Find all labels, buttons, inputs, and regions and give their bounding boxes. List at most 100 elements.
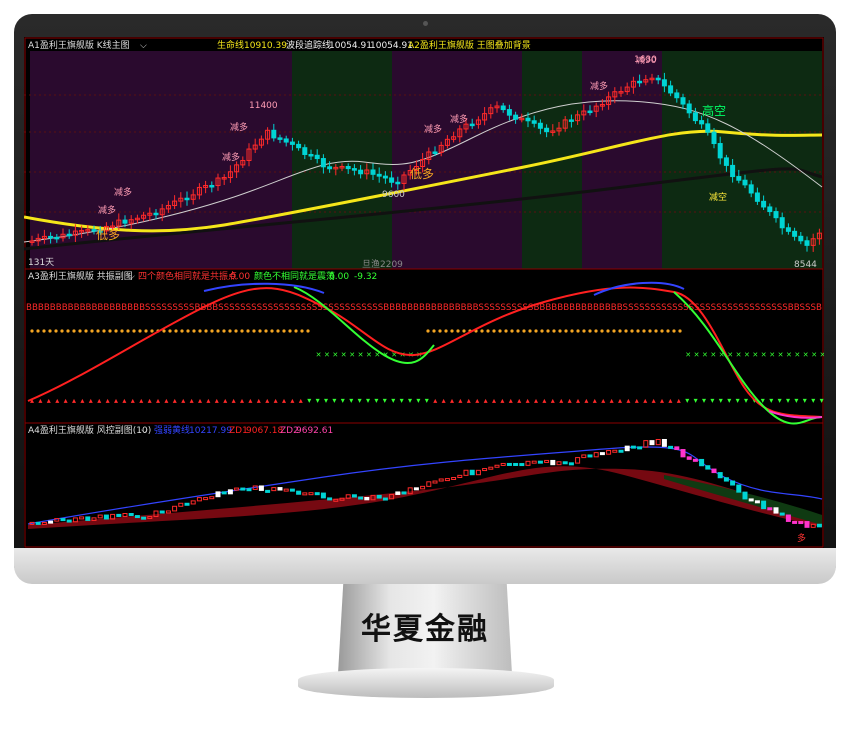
panel1-bg-green-3 [662,51,822,269]
panel3-title[interactable]: A4盈利王旗舰版 风控副图(10) [28,424,151,436]
red-marker: ▴ [576,396,580,405]
red-marker: ▴ [433,396,437,405]
candle-body [376,173,382,177]
red-marker: ▴ [660,396,664,405]
risk-candle [97,514,103,519]
stock-chart-svg[interactable]: A1盈利王旗舰版 K线主图 ⌵ 生命线 10910.39 波段追踪线 10054… [24,37,824,548]
green-x-marker: ✕ [761,351,767,359]
green-x-marker: ✕ [358,351,364,359]
risk-candle [668,445,674,449]
trading-screen[interactable]: A1盈利王旗舰版 K线主图 ⌵ 生命线 10910.39 波段追踪线 10054… [24,37,824,548]
risk-candle [556,461,562,466]
green-marker: ▾ [400,396,404,405]
signal-low-more-1: 低多 [96,228,120,242]
signal-reduce-6: 减多 [450,113,468,125]
candle-body [395,181,401,185]
red-marker: ▴ [584,396,588,405]
green-x-marker: ✕ [694,351,700,359]
red-marker: ▴ [274,396,278,405]
green-x-marker: ✕ [341,351,347,359]
panel1-bottom-text: 旦渔2209 [362,259,403,270]
risk-candle [494,464,500,468]
risk-candle [612,449,618,453]
risk-candle [630,445,636,449]
green-x-marker: ✕ [778,351,784,359]
risk-candle [376,494,382,499]
risk-candle [742,491,748,500]
orange-dot [552,329,556,333]
candle-body [674,92,680,99]
risk-candle [568,462,574,466]
risk-candle [785,514,791,522]
risk-candle [165,510,171,514]
red-marker: ▴ [290,396,294,405]
orange-dot [480,329,484,333]
green-marker: ▾ [778,396,782,405]
risk-candle [444,478,450,482]
risk-candle [761,500,767,510]
risk-candle [283,488,289,492]
green-marker: ▾ [307,396,311,405]
orange-dot [240,329,244,333]
panel3-dropdown-icon[interactable]: ⌵ [141,426,148,436]
panel1-bg-green-1 [292,51,392,269]
risk-candle [723,477,729,482]
candle-body [209,184,215,188]
panel2-dropdown-icon[interactable]: ⌵ [128,272,135,282]
signal-reduce-2: 减多 [114,186,132,198]
candle-body [320,158,326,168]
risk-candle [209,496,215,500]
risk-candle [637,446,643,450]
orange-dot [570,329,574,333]
risk-candle [432,480,438,484]
candle-body [736,176,742,181]
green-marker: ▾ [358,396,362,405]
red-marker: ▴ [240,396,244,405]
candle-body [432,151,438,154]
candle-body [804,240,810,246]
risk-candle [426,481,432,487]
signal-high-short: 高空 [702,103,726,118]
monitor-stand-base [298,668,554,698]
panel1-title-dropdown-icon[interactable]: ⌵ [140,41,147,51]
signal-reduce-short: 减空 [709,191,727,203]
candle-body [748,184,754,194]
green-marker: ▾ [803,396,807,405]
red-marker: ▴ [38,396,42,405]
risk-candle [748,498,754,502]
candle-body [723,157,729,166]
candle-body [382,175,388,179]
green-marker: ▾ [719,396,723,405]
risk-candle [537,460,543,464]
red-marker: ▴ [626,396,630,405]
risk-candle [779,512,785,516]
risk-candle [141,516,147,520]
risk-candle [66,519,72,523]
panel1-title[interactable]: A1盈利王旗舰版 K线主图 [28,39,130,51]
risk-candle [178,502,184,507]
orange-dot [264,329,268,333]
risk-candle [302,492,308,496]
panel2-markers: ▴ ▴ ▴ ▴ ▴ ▴ ▴ ▴ ▴ ▴ ▴ ▴ ▴ ▴ ▴ ▴ ▴ ▴ ▴ ▴ ▴ ▴ ▴ ▴ ▴ ▴ ▴ ▴ ▴ ▴ ▴ ▴ ▴ ▾ ▾ ✕ ▾ ✕ ▾ ✕… [30,329,824,405]
risk-candle [308,492,314,496]
orange-dot [600,329,604,333]
candle-body [277,137,283,140]
panel2-title[interactable]: A3盈利王旗舰版 共振副图 [28,270,133,282]
risk-candle [85,516,91,521]
green-x-marker: ✕ [820,351,824,359]
red-marker: ▴ [517,396,521,405]
red-marker: ▴ [677,396,681,405]
candle-body [513,114,519,120]
risk-candle [717,472,723,479]
risk-candle [587,454,593,458]
orange-dot [270,329,274,333]
risk-candle [593,452,599,458]
risk-candle [451,476,457,480]
orange-dot [582,329,586,333]
candle-body [296,143,302,149]
risk-candle [246,488,252,492]
risk-candle [798,521,804,525]
orange-dot [48,329,52,333]
risk-candle [661,438,667,447]
signal-reduce-4: 减多 [230,121,248,133]
